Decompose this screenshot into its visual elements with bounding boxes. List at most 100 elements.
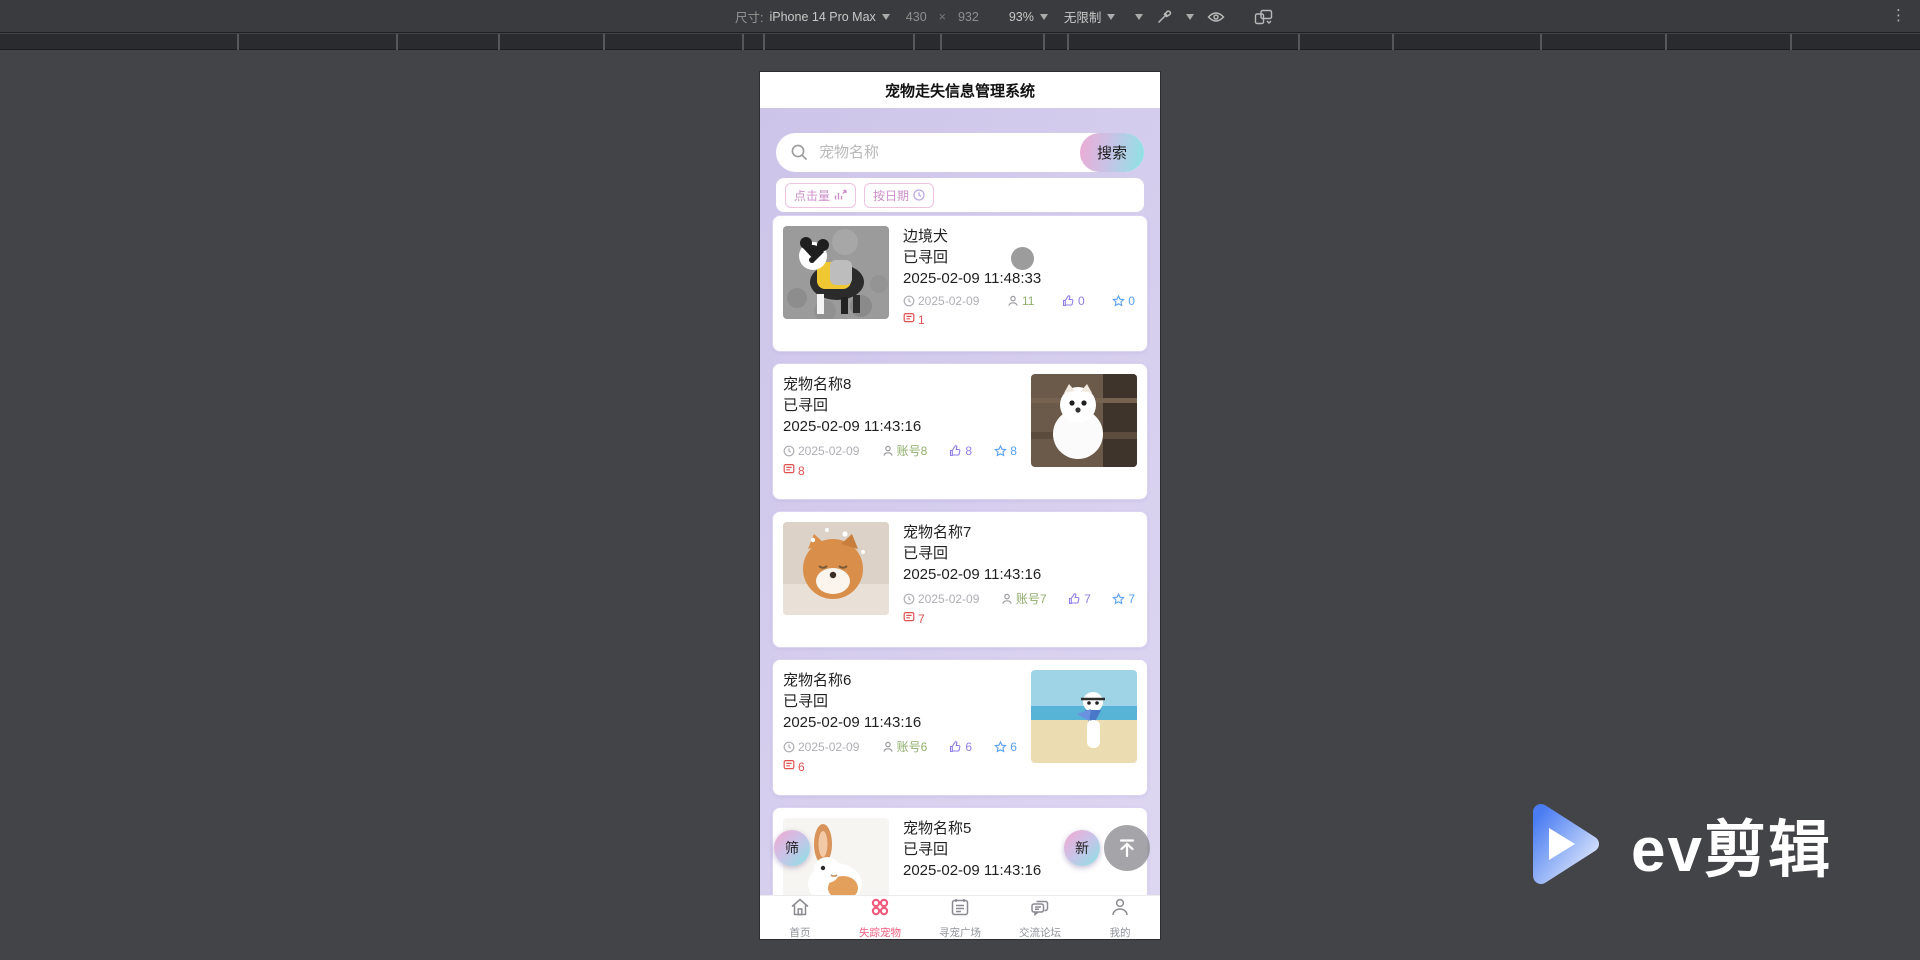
thumb-up-icon <box>949 444 962 457</box>
ruler-tick <box>1043 34 1045 50</box>
chevron-down-icon[interactable] <box>1135 13 1144 20</box>
pet-photo <box>783 226 889 319</box>
pet-card[interactable]: 宠物名称6 已寻回 2025-02-09 11:43:16 2025-02-09… <box>772 659 1148 796</box>
app-header: 宠物走失信息管理系统 <box>760 72 1160 108</box>
pet-info: 宠物名称8 已寻回 2025-02-09 11:43:16 2025-02-09… <box>783 374 1019 489</box>
comment-count-row: 8 <box>783 463 1019 478</box>
chevron-down-icon[interactable] <box>1186 13 1195 20</box>
eye-icon[interactable] <box>1207 10 1225 24</box>
tab-forum[interactable]: 交流论坛 <box>1000 896 1080 939</box>
ruler-tick <box>742 34 744 50</box>
like-button[interactable]: 0 <box>1062 294 1085 308</box>
profile-icon <box>1109 896 1131 923</box>
rotate-device-icon[interactable] <box>1254 9 1273 25</box>
kebab-menu-icon[interactable]: ⋮ <box>1891 7 1906 25</box>
favorite-count: 6 <box>1010 739 1017 754</box>
search-icon <box>791 144 808 161</box>
like-button[interactable]: 6 <box>949 740 972 754</box>
clock-icon <box>783 445 795 457</box>
ruler-tick <box>763 34 765 50</box>
pet-info: 边境犬 已寻回 2025-02-09 11:48:33 2025-02-09 1… <box>903 226 1137 341</box>
zoom-selector[interactable]: 93% <box>1009 10 1048 24</box>
pet-card[interactable]: 宠物名称7 已寻回 2025-02-09 11:43:16 2025-02-09… <box>772 511 1148 648</box>
viewport-width-input[interactable]: 430 <box>906 10 927 24</box>
pet-card[interactable]: 边境犬 已寻回 2025-02-09 11:48:33 2025-02-09 1… <box>772 215 1148 352</box>
chip-label: 按日期 <box>873 188 910 203</box>
device-selector[interactable]: 尺寸: iPhone 14 Pro Max <box>735 7 890 26</box>
favorite-button[interactable]: 6 <box>994 740 1017 754</box>
zoom-value: 93% <box>1008 9 1034 24</box>
ruler-tick <box>1790 34 1792 50</box>
like-button[interactable]: 7 <box>1068 592 1091 606</box>
scroll-top-button[interactable] <box>1104 825 1150 871</box>
post-date: 2025-02-09 <box>798 739 860 754</box>
thumb-up-icon <box>1062 295 1075 307</box>
throttling-selector[interactable]: 无限制 <box>1064 7 1116 26</box>
device-name: iPhone 14 Pro Max <box>769 9 876 24</box>
pet-info: 宠物名称7 已寻回 2025-02-09 11:43:16 2025-02-09… <box>903 522 1137 637</box>
pet-photo <box>1031 670 1137 763</box>
like-count: 6 <box>965 739 973 754</box>
dimensions-label: 尺寸: <box>735 11 764 25</box>
tab-label: 寻宠广场 <box>939 926 981 939</box>
arrow-up-icon <box>1119 839 1135 858</box>
watermark-text: ev剪辑 <box>1631 816 1832 885</box>
tab-label: 首页 <box>789 926 811 939</box>
card-meta-row: 2025-02-09 11 0 0 <box>903 294 1137 308</box>
multiply-sign: × <box>938 9 946 24</box>
favorite-button[interactable]: 8 <box>994 444 1017 458</box>
ruler-tick <box>1067 34 1069 50</box>
filter-chip-date[interactable]: 按日期 <box>864 182 935 208</box>
user-icon <box>882 741 894 753</box>
pet-datetime: 2025-02-09 11:48:33 <box>903 270 1042 287</box>
post-date: 2025-02-09 <box>918 294 980 308</box>
viewport-height-input[interactable]: 932 <box>958 10 979 24</box>
card-meta-row: 2025-02-09 账号7 7 7 <box>903 590 1137 607</box>
pet-status: 已寻回 <box>903 545 949 562</box>
like-count: 7 <box>1084 591 1091 606</box>
new-post-fab-button[interactable]: 新 <box>1064 830 1100 866</box>
page-title: 宠物走失信息管理系统 <box>884 82 1035 100</box>
ruler-strip <box>0 34 1920 50</box>
search-button[interactable]: 搜索 <box>1080 133 1144 172</box>
ruler-tick <box>1665 34 1667 50</box>
filter-fab-button[interactable]: 筛 <box>774 830 810 866</box>
pet-name: 边境犬 <box>903 228 949 245</box>
pet-info: 宠物名称6 已寻回 2025-02-09 11:43:16 2025-02-09… <box>783 670 1019 785</box>
chevron-down-icon <box>1107 13 1116 20</box>
like-button[interactable]: 8 <box>949 444 972 458</box>
tab-home[interactable]: 首页 <box>760 896 840 939</box>
chevron-down-icon <box>881 13 890 20</box>
favorite-button[interactable]: 7 <box>1112 592 1135 606</box>
card-meta-row: 2025-02-09 账号8 8 8 <box>783 442 1019 459</box>
chip-label: 点击量 <box>794 188 831 203</box>
pet-card[interactable]: 宠物名称8 已寻回 2025-02-09 11:43:16 2025-02-09… <box>772 363 1148 500</box>
comment-count: 7 <box>918 611 925 626</box>
pet-photo <box>1031 374 1137 467</box>
clock-icon <box>913 189 925 201</box>
favorite-button[interactable]: 0 <box>1112 294 1135 308</box>
thumb-up-icon <box>1068 592 1081 605</box>
filter-chip-clicks[interactable]: 点击量 <box>785 182 857 208</box>
search-input[interactable] <box>819 144 1039 161</box>
star-icon <box>994 444 1008 457</box>
bar-chart-icon <box>834 189 847 201</box>
eyedropper-icon[interactable] <box>1156 8 1173 25</box>
star-icon <box>1112 592 1126 605</box>
pet-status: 已寻回 <box>783 693 829 710</box>
favorite-count: 7 <box>1128 591 1135 606</box>
favorite-count: 8 <box>1010 443 1017 458</box>
play-logo-icon <box>1533 804 1600 884</box>
poster-name: 11 <box>1021 294 1035 308</box>
card-meta-row: 2025-02-09 账号6 6 6 <box>783 738 1019 755</box>
like-count: 8 <box>965 443 973 458</box>
comment-icon <box>783 759 795 774</box>
tab-profile[interactable]: 我的 <box>1080 896 1160 939</box>
comment-count: 6 <box>798 759 805 774</box>
comment-icon <box>783 463 795 478</box>
pet-status: 已寻回 <box>903 249 949 266</box>
tab-pets-grid[interactable]: 失踪宠物 <box>840 896 920 939</box>
pet-datetime: 2025-02-09 11:43:16 <box>903 862 1042 879</box>
tab-board[interactable]: 寻宠广场 <box>920 896 1000 939</box>
pet-status: 已寻回 <box>783 397 829 414</box>
